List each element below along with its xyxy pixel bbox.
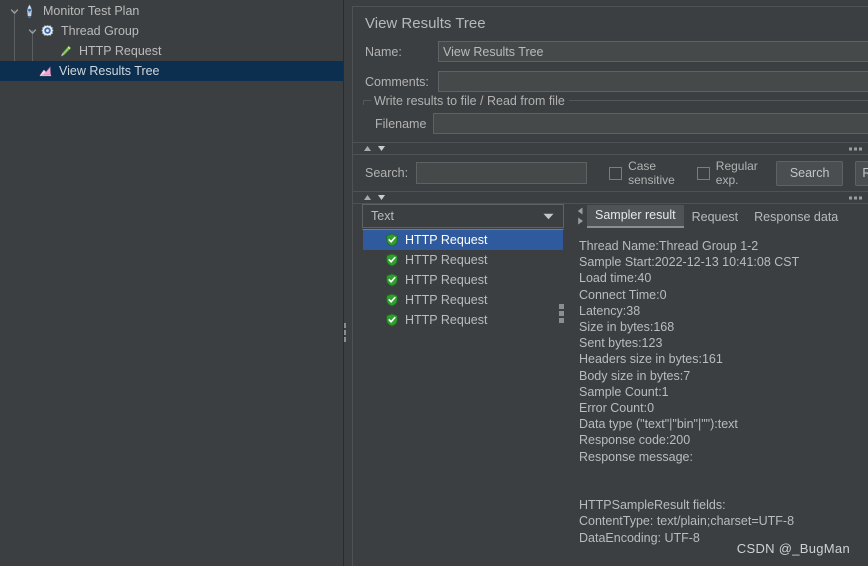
regular-exp-label: Regular exp. — [715, 159, 758, 187]
watermark-text: CSDN @_BugMan — [736, 541, 850, 556]
triangle-left-icon — [577, 207, 583, 215]
name-label: Name: — [365, 44, 402, 59]
tree-item-monitor-test-plan[interactable]: Monitor Test Plan — [0, 1, 343, 21]
tab-request[interactable]: Request — [684, 207, 747, 228]
triangle-up-icon — [364, 195, 371, 200]
page-title: View Results Tree — [365, 15, 486, 32]
panel-body: View Results Tree Name: Comments: Write … — [352, 6, 868, 566]
list-item-label: HTTP Request — [405, 313, 488, 327]
triangle-down-icon — [378, 195, 385, 200]
checkbox-box[interactable] — [696, 166, 710, 180]
name-input[interactable] — [438, 41, 868, 62]
success-shield-icon — [385, 253, 399, 267]
comments-input[interactable] — [438, 71, 868, 92]
drag-dots-icon[interactable] — [849, 147, 862, 150]
renderer-select-value: Text — [371, 209, 394, 223]
search-label: Search: — [365, 166, 409, 180]
results-list-pane: Text HTTP Request HTTP Request HTTP Reques… — [353, 204, 565, 534]
chevron-down-icon[interactable] — [543, 209, 554, 223]
result-tabs: Sampler result Request Response data — [577, 204, 868, 228]
list-item[interactable]: HTTP Request — [363, 270, 563, 290]
case-sensitive-label: Case sensitive — [628, 159, 675, 187]
success-shield-icon — [385, 313, 399, 327]
view-results-tree-panel: View Results Tree Name: Comments: Write … — [343, 0, 868, 566]
tab-scroll-arrows[interactable] — [577, 207, 584, 228]
checkbox-box[interactable] — [609, 166, 623, 180]
success-shield-icon — [385, 233, 399, 247]
triangle-up-icon — [364, 146, 371, 151]
chart-icon — [37, 63, 54, 80]
search-section-separator[interactable] — [353, 142, 868, 155]
tree-item-http-request[interactable]: HTTP Request — [0, 41, 343, 61]
case-sensitive-checkbox[interactable]: Case sensitive — [609, 159, 675, 187]
filename-row: Filename — [363, 110, 868, 137]
sampler-result-text: Thread Name:Thread Group 1-2 Sample Star… — [579, 239, 800, 545]
search-button[interactable]: Search — [775, 160, 844, 186]
triangle-down-icon — [378, 146, 385, 151]
search-input[interactable] — [416, 162, 588, 184]
test-plan-tree[interactable]: Monitor Test Plan Thread Group HTTP Requ… — [0, 0, 343, 566]
comments-row: Comments: — [353, 68, 868, 95]
reset-button[interactable]: R — [855, 160, 868, 186]
group-legend: Write results to file / Read from file — [371, 94, 569, 108]
write-results-group: Write results to file / Read from file F… — [363, 94, 868, 137]
list-item[interactable]: HTTP Request — [363, 230, 563, 250]
chevron-down-icon[interactable] — [7, 1, 21, 21]
renderer-select[interactable]: Text — [362, 204, 564, 228]
success-shield-icon — [385, 293, 399, 307]
filename-label: Filename — [375, 116, 427, 131]
tree-item-label: Thread Group — [61, 24, 139, 38]
inner-splitter-handle[interactable] — [558, 299, 565, 327]
list-item[interactable]: HTTP Request — [363, 250, 563, 270]
chevron-down-icon[interactable] — [25, 21, 39, 41]
test-plan-icon — [21, 3, 38, 20]
list-item-label: HTTP Request — [405, 253, 488, 267]
tab-response-data[interactable]: Response data — [746, 207, 846, 228]
gear-icon — [39, 23, 56, 40]
list-item-label: HTTP Request — [405, 293, 488, 307]
tree-item-label: Monitor Test Plan — [43, 4, 140, 18]
list-item[interactable]: HTTP Request — [363, 310, 563, 330]
collapse-toggle-group[interactable] — [363, 145, 386, 152]
jmeter-window: Monitor Test Plan Thread Group HTTP Requ… — [0, 0, 868, 566]
drag-dots-icon[interactable] — [849, 196, 862, 199]
tree-item-view-results-tree[interactable]: View Results Tree — [0, 61, 343, 81]
list-item[interactable]: HTTP Request — [363, 290, 563, 310]
list-item-label: HTTP Request — [405, 233, 488, 247]
list-item-label: HTTP Request — [405, 273, 488, 287]
search-bar: Search: Case sensitive Regular exp. Sear… — [353, 155, 868, 191]
tree-item-thread-group[interactable]: Thread Group — [0, 21, 343, 41]
tab-sampler-result[interactable]: Sampler result — [587, 205, 684, 228]
regular-exp-checkbox[interactable]: Regular exp. — [696, 159, 758, 187]
results-area: Text HTTP Request HTTP Request HTTP Reques… — [353, 204, 868, 545]
group-border-tick — [363, 100, 364, 105]
comments-label: Comments: — [365, 74, 429, 89]
filename-input[interactable] — [433, 113, 868, 134]
name-row: Name: — [353, 38, 868, 65]
tree-item-label: View Results Tree — [59, 64, 160, 78]
results-section-separator[interactable] — [353, 191, 868, 204]
pen-icon — [57, 43, 74, 60]
collapse-toggle-group[interactable] — [363, 194, 386, 201]
tree-item-label: HTTP Request — [79, 44, 162, 58]
main-splitter-handle[interactable] — [344, 318, 347, 346]
triangle-right-icon — [578, 217, 583, 225]
success-shield-icon — [385, 273, 399, 287]
sample-result-list[interactable]: HTTP Request HTTP Request HTTP Request HTTP… — [362, 229, 564, 331]
result-detail-pane: Sampler result Request Response data Thr… — [565, 204, 868, 545]
